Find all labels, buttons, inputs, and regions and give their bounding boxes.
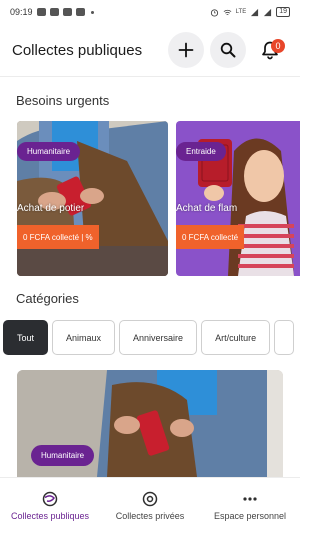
page-title: Collectes publiques — [12, 41, 143, 59]
youtube-icon — [75, 8, 85, 16]
add-button[interactable] — [168, 32, 204, 68]
category-tag: Humanitaire — [31, 445, 95, 466]
nav-label: Collectes privées — [115, 510, 185, 521]
category-chip-birthday[interactable]: Anniversaire — [119, 320, 198, 355]
campaign-name: Achat de flam — [176, 203, 238, 214]
campaign-card[interactable]: Humanitaire — [17, 370, 283, 477]
signal-icon-2 — [264, 8, 272, 16]
urgent-card[interactable]: Humanitaire Achat de potier 0 FCFA colle… — [17, 121, 168, 276]
plus-icon — [178, 42, 194, 58]
nav-label: Collectes publiques — [10, 510, 90, 521]
nav-label: Espace personnel — [213, 510, 287, 521]
category-tag: Entraide — [176, 142, 226, 161]
more-icon — [243, 496, 257, 501]
urgent-section-title: Besoins urgents — [16, 93, 110, 108]
header-divider — [0, 76, 300, 77]
amount-collected: 0 FCFA collecté | % — [17, 225, 99, 249]
search-icon — [220, 42, 236, 58]
status-right: LTE 19 — [210, 7, 290, 17]
notification-app-icon — [49, 8, 59, 16]
amount-collected: 0 FCFA collecté — [176, 225, 245, 249]
status-time: 09:19 — [10, 7, 33, 17]
search-button[interactable] — [210, 32, 246, 68]
categories-section-title: Catégories — [16, 291, 79, 306]
nav-private-collections[interactable]: Collectes privées — [100, 478, 200, 533]
header-actions: 0 — [168, 32, 288, 68]
campaign-name: Achat de potier — [17, 203, 85, 214]
at-icon — [142, 491, 158, 506]
status-left: 09:19 — [10, 7, 94, 17]
nav-personal-space[interactable]: Espace personnel — [200, 478, 300, 533]
category-tag: Humanitaire — [17, 142, 81, 161]
urgent-card[interactable]: Entraide Achat de flam 0 FCFA collecté — [176, 121, 300, 276]
nav-public-collections[interactable]: Collectes publiques — [0, 478, 100, 533]
app-header: Collectes publiques 0 — [0, 26, 300, 74]
category-chip-partial[interactable] — [274, 320, 295, 355]
category-chip-all[interactable]: Tout — [3, 320, 49, 355]
notifications-button[interactable]: 0 — [252, 32, 288, 68]
category-chip-art-culture[interactable]: Art/culture — [201, 320, 271, 355]
instagram-icon — [62, 8, 72, 16]
bottom-navigation: Collectes publiques Collectes privées Es… — [0, 477, 300, 533]
category-chip-animals[interactable]: Animaux — [52, 320, 116, 355]
category-chips: Tout Animaux Anniversaire Art/culture — [3, 320, 295, 355]
wifi-icon — [223, 9, 232, 15]
messenger-icon — [36, 8, 46, 16]
network-type: LTE — [235, 9, 247, 15]
signal-icon — [251, 8, 259, 16]
battery-level: 19 — [276, 7, 290, 17]
globe-icon — [42, 491, 58, 506]
notification-badge: 0 — [271, 39, 285, 53]
alarm-icon — [210, 8, 218, 17]
status-bar: 09:19 LTE 19 — [0, 0, 300, 24]
more-notifications-icon — [90, 10, 94, 14]
